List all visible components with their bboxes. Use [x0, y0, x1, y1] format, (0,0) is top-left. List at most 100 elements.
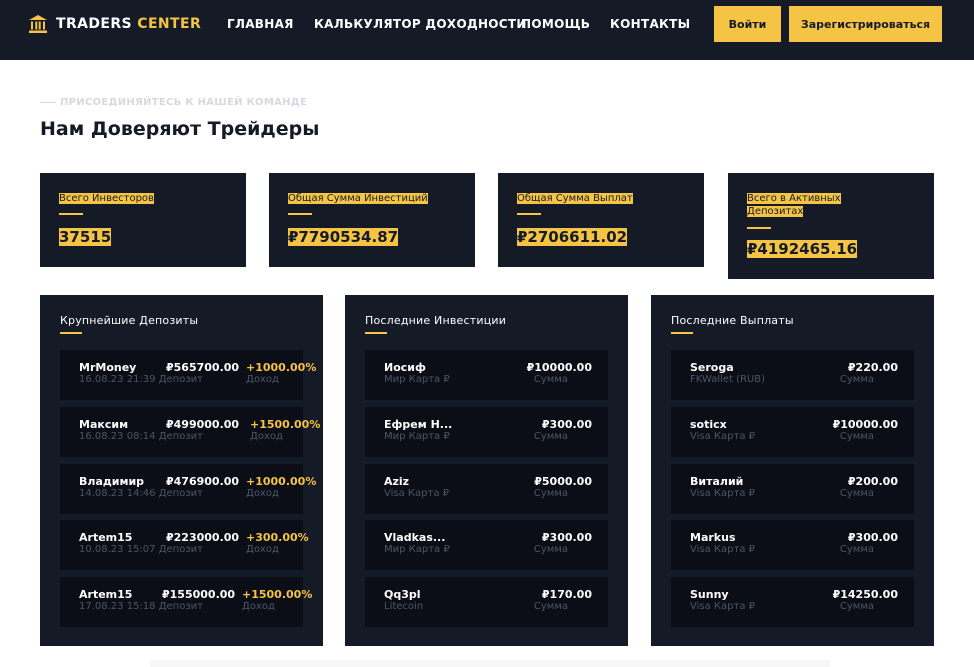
deposit-percent: +300.00%: [246, 531, 309, 544]
nav-home[interactable]: ГЛАВНАЯ: [227, 17, 294, 31]
deposit-amount: ₽155000.00: [162, 588, 236, 601]
list-item: Иосиф Мир Карта ₽ ₽10000.00 Сумма: [365, 350, 608, 400]
logo-main: TRADERS: [56, 16, 133, 32]
depositor-name: Artem15: [79, 531, 133, 544]
stat-rule: [288, 213, 312, 215]
section-eyebrow: ПРИСОЕДИНЯЙТЕСЬ К НАШЕЙ КОМАНДЕ: [40, 97, 307, 108]
sum-label: Сумма: [533, 544, 568, 555]
deposit-percent: +1000.00%: [246, 475, 317, 488]
recipient-name: Sunny: [690, 588, 729, 601]
investment-amount: ₽170.00: [541, 588, 592, 601]
depositor-name: Максим: [79, 418, 129, 431]
stat-card-total-payouts: Общая Сумма Выплат ₽2706611.02: [498, 173, 704, 267]
investment-amount: ₽5000.00: [534, 475, 592, 488]
deposit-date: 17.08.23 15:18 Депозит: [79, 601, 203, 612]
list-item: Artem15 17.08.23 15:18 Депозит ₽155000.0…: [60, 577, 312, 627]
payout-amount: ₽10000.00: [832, 418, 898, 431]
payout-amount: ₽14250.00: [832, 588, 898, 601]
list-item: Максим 16.08.23 08:14 Депозит ₽499000.00…: [60, 407, 320, 457]
panel-rule: [671, 332, 693, 334]
depositor-name: MrMoney: [79, 361, 137, 374]
panel-title: Последние Выплаты: [671, 314, 794, 327]
logo-accent: CENTER: [137, 16, 202, 32]
stat-label: Общая Сумма Выплат: [517, 193, 633, 204]
income-label: Доход: [246, 374, 279, 385]
income-label: Доход: [250, 431, 283, 442]
depositor-name: Владимир: [79, 475, 145, 488]
payout-method: Visa Карта ₽: [690, 544, 755, 555]
logo[interactable]: TRADERS CENTER: [28, 14, 201, 34]
investment-amount: ₽10000.00: [526, 361, 592, 374]
payout-amount: ₽300.00: [847, 531, 898, 544]
recipient-name: Markus: [690, 531, 736, 544]
sum-label: Сумма: [839, 488, 874, 499]
deposit-date: 16.08.23 08:14 Депозит: [79, 431, 203, 442]
register-button[interactable]: Зарегистрироваться: [789, 6, 942, 42]
footer-strip: [150, 660, 830, 667]
list-item: Sunny Visa Карта ₽ ₽14250.00 Сумма: [671, 577, 914, 627]
recipient-name: Виталий: [690, 475, 744, 488]
stat-label: Всего Инвесторов: [59, 193, 154, 204]
deposit-percent: +1500.00%: [242, 588, 313, 601]
site-header: TRADERS CENTER ГЛАВНАЯ КАЛЬКУЛЯТОР ДОХОД…: [0, 0, 974, 60]
stat-card-investors: Всего Инвесторов 37515: [40, 173, 246, 267]
stat-card-active-deposits: Всего в Активных Депозитах ₽4192465.16: [728, 173, 934, 279]
nav-calculator[interactable]: КАЛЬКУЛЯТОР ДОХОДНОСТИ: [314, 17, 527, 31]
payout-method: Visa Карта ₽: [690, 431, 755, 442]
payment-method: Мир Карта ₽: [384, 374, 450, 385]
list-item: Владимир 14.08.23 14:46 Депозит ₽476900.…: [60, 464, 316, 514]
payment-method: Visa Карта ₽: [384, 488, 449, 499]
investor-name: Ефрем Н...: [384, 418, 453, 431]
sum-label: Сумма: [839, 374, 874, 385]
income-label: Доход: [242, 601, 275, 612]
login-button[interactable]: Войти: [714, 6, 781, 42]
payment-method: Мир Карта ₽: [384, 431, 450, 442]
investment-amount: ₽300.00: [541, 418, 592, 431]
panel-rule: [60, 332, 82, 334]
panel-title: Последние Инвестиции: [365, 314, 507, 327]
sum-label: Сумма: [533, 601, 568, 612]
list-item: Aziz Visa Карта ₽ ₽5000.00 Сумма: [365, 464, 608, 514]
eyebrow-line: [40, 102, 56, 103]
stat-value: ₽7790534.87: [288, 228, 399, 246]
deposit-amount: ₽223000.00: [166, 531, 240, 544]
eyebrow-text: ПРИСОЕДИНЯЙТЕСЬ К НАШЕЙ КОМАНДЕ: [60, 97, 308, 108]
panel-title: Крупнейшие Депозиты: [60, 314, 199, 327]
nav-contacts[interactable]: КОНТАКТЫ: [610, 17, 690, 31]
investment-amount: ₽300.00: [541, 531, 592, 544]
latest-investments-panel: Последние Инвестиции Иосиф Мир Карта ₽ ₽…: [345, 295, 628, 646]
deposit-percent: +1000.00%: [246, 361, 317, 374]
income-label: Доход: [246, 488, 279, 499]
list-item: soticx Visa Карта ₽ ₽10000.00 Сумма: [671, 407, 914, 457]
payout-amount: ₽220.00: [847, 361, 898, 374]
recipient-name: soticx: [690, 418, 727, 431]
deposit-amount: ₽499000.00: [166, 418, 240, 431]
sum-label: Сумма: [839, 544, 874, 555]
depositor-name: Artem15: [79, 588, 133, 601]
stat-value: ₽2706611.02: [517, 228, 628, 246]
income-label: Доход: [246, 544, 279, 555]
payment-method: Litecoin: [384, 601, 424, 612]
panel-rule: [365, 332, 387, 334]
nav-help[interactable]: ПОМОЩЬ: [521, 17, 590, 31]
list-item: Seroga FKWallet (RUB) ₽220.00 Сумма: [671, 350, 914, 400]
sum-label: Сумма: [533, 431, 568, 442]
stat-label: Общая Сумма Инвестиций: [288, 193, 428, 204]
list-item: Markus Visa Карта ₽ ₽300.00 Сумма: [671, 520, 914, 570]
list-item: MrMoney 16.08.23 21:39 Депозит ₽565700.0…: [60, 350, 316, 400]
list-item: Виталий Visa Карта ₽ ₽200.00 Сумма: [671, 464, 914, 514]
payment-method: Мир Карта ₽: [384, 544, 450, 555]
investor-name: Иосиф: [384, 361, 426, 374]
payout-amount: ₽200.00: [847, 475, 898, 488]
latest-payouts-panel: Последние Выплаты Seroga FKWallet (RUB) …: [651, 295, 934, 646]
bank-icon: [29, 15, 47, 33]
investor-name: Qq3pl: [384, 588, 421, 601]
logo-text: TRADERS CENTER: [56, 16, 201, 32]
deposit-date: 16.08.23 21:39 Депозит: [79, 374, 203, 385]
sum-label: Сумма: [533, 488, 568, 499]
list-item: Vladkas... Мир Карта ₽ ₽300.00 Сумма: [365, 520, 608, 570]
investor-name: Vladkas...: [384, 531, 446, 544]
sum-label: Сумма: [839, 601, 874, 612]
deposit-amount: ₽565700.00: [166, 361, 240, 374]
deposit-date: 14.08.23 14:46 Депозит: [79, 488, 203, 499]
